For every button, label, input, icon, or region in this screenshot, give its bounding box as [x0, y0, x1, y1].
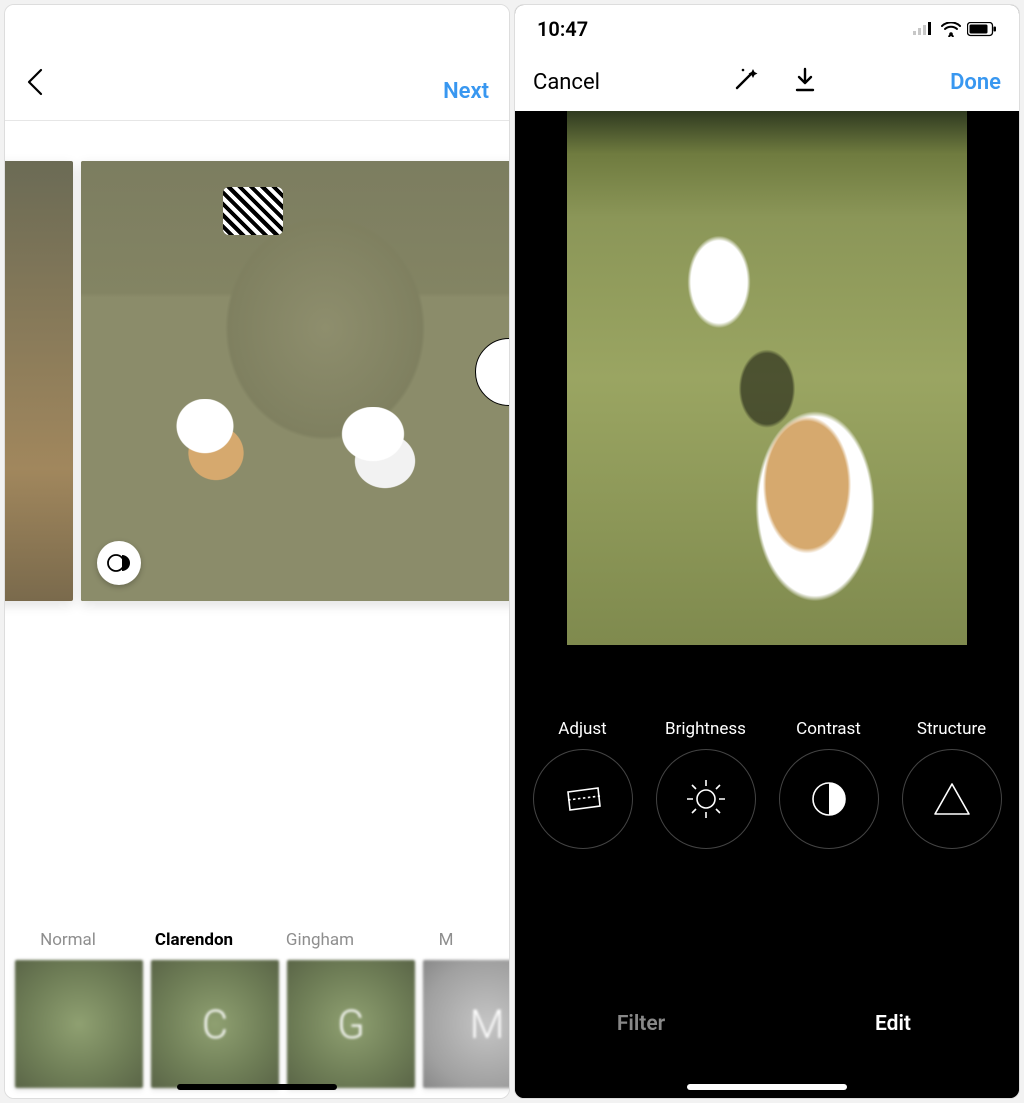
photo-decor	[223, 187, 283, 235]
magic-wand-icon	[731, 66, 759, 94]
venn-icon	[106, 550, 132, 576]
status-time: 10:47	[537, 17, 588, 41]
download-icon	[791, 66, 819, 94]
contrast-icon-circle	[779, 749, 879, 849]
adjust-icon	[560, 776, 606, 822]
edit-screen: 10:47 Cancel	[514, 4, 1020, 1099]
done-button[interactable]: Done	[950, 70, 1001, 95]
tool-label: Adjust	[558, 719, 606, 739]
photo-carousel[interactable]	[5, 161, 509, 601]
photo-decor	[161, 399, 271, 489]
carousel-prev-photo[interactable]	[5, 161, 73, 601]
filter-thumb-more[interactable]: M	[423, 960, 510, 1088]
edit-tools-row: Adjust Brightness	[515, 701, 1019, 849]
next-button[interactable]: Next	[443, 79, 489, 104]
filter-thumb-clarendon[interactable]: C	[151, 960, 279, 1088]
tool-label: Structure	[917, 719, 986, 739]
filter-label-gingham: Gingham	[257, 930, 383, 950]
chevron-left-icon	[25, 68, 47, 96]
filter-label-normal: Normal	[5, 930, 131, 950]
filter-thumbs-row[interactable]: C G M	[5, 960, 509, 1088]
brightness-icon-circle	[656, 749, 756, 849]
contrast-icon	[806, 776, 852, 822]
cancel-button[interactable]: Cancel	[533, 70, 600, 95]
photo-preview-area	[5, 121, 509, 623]
cellular-icon	[913, 22, 935, 36]
tab-filter[interactable]: Filter	[515, 984, 767, 1064]
filter-screen: Next Normal Cl	[4, 4, 510, 1099]
photo-dogs-grass	[567, 111, 967, 645]
tool-label: Brightness	[665, 719, 746, 739]
photo-dogs-couch	[81, 161, 509, 601]
photo-decor	[325, 407, 445, 497]
magic-wand-button[interactable]	[731, 66, 759, 98]
home-indicator[interactable]	[177, 1084, 337, 1090]
tab-edit[interactable]: Edit	[767, 984, 1019, 1064]
sun-icon	[683, 776, 729, 822]
filter-labels-row: Normal Clarendon Gingham M	[5, 930, 509, 960]
edit-viewport[interactable]	[515, 111, 1019, 701]
filter-label-clarendon: Clarendon	[131, 930, 257, 950]
adjust-tool[interactable]: Adjust	[533, 719, 633, 849]
status-icons	[913, 22, 997, 37]
filter-thumb-normal[interactable]	[15, 960, 143, 1088]
adjust-icon-circle	[533, 749, 633, 849]
filter-label-more: M	[383, 930, 509, 950]
left-header: Next	[5, 5, 509, 121]
brightness-tool[interactable]: Brightness	[656, 719, 756, 849]
tool-label: Contrast	[796, 719, 861, 739]
right-header: Cancel Done	[515, 53, 1019, 111]
structure-tool[interactable]: Structure	[902, 719, 1002, 849]
filter-thumb-gingham[interactable]: G	[287, 960, 415, 1088]
header-tools	[731, 66, 819, 98]
wifi-icon	[941, 22, 961, 37]
status-bar: 10:47	[515, 5, 1019, 53]
filter-strip: Normal Clarendon Gingham M C G M	[5, 930, 509, 1098]
contrast-tool[interactable]: Contrast	[779, 719, 879, 849]
back-button[interactable]	[25, 68, 47, 104]
download-button[interactable]	[791, 66, 819, 98]
triangle-icon	[929, 776, 975, 822]
bottom-tabs: Filter Edit	[515, 984, 1019, 1098]
filter-indicator-badge[interactable]	[97, 541, 141, 585]
structure-icon-circle	[902, 749, 1002, 849]
battery-icon	[967, 22, 997, 37]
home-indicator[interactable]	[687, 1084, 847, 1090]
carousel-current-photo[interactable]	[81, 161, 509, 601]
